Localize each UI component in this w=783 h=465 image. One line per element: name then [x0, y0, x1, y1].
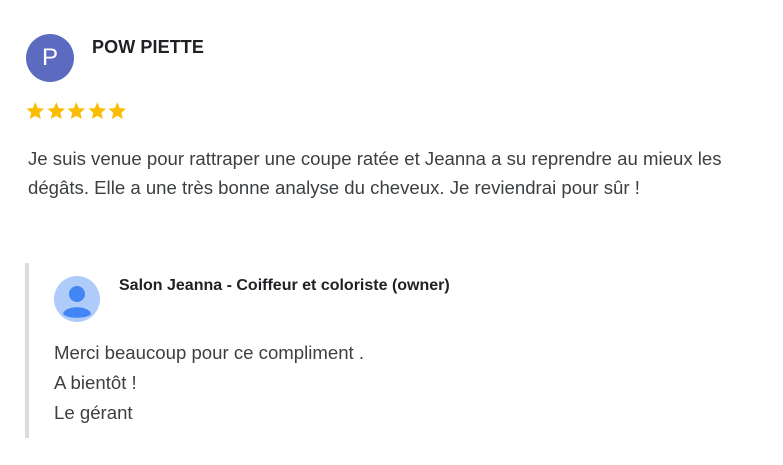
reviewer-avatar[interactable]: P [26, 34, 74, 82]
review-text: Je suis venue pour rattraper une coupe r… [28, 148, 722, 198]
owner-reply-text: Merci beaucoup pour ce compliment . A bi… [54, 338, 364, 428]
star-icon [88, 102, 106, 119]
star-icon [26, 102, 45, 119]
reply-line: Merci beaucoup pour ce compliment . [54, 342, 365, 363]
reply-divider [25, 263, 29, 438]
reply-line: Le gérant [54, 402, 133, 423]
reviewer-name[interactable]: POW PIETTE [92, 37, 204, 58]
star-rating [25, 100, 128, 124]
star-icon [67, 102, 86, 119]
star-icon [47, 102, 65, 119]
owner-avatar-icon [53, 275, 101, 323]
reply-line: A bientôt ! [54, 372, 137, 393]
owner-name: Salon Jeanna - Coiffeur et coloriste (ow… [119, 277, 450, 294]
star-icon [108, 102, 127, 119]
